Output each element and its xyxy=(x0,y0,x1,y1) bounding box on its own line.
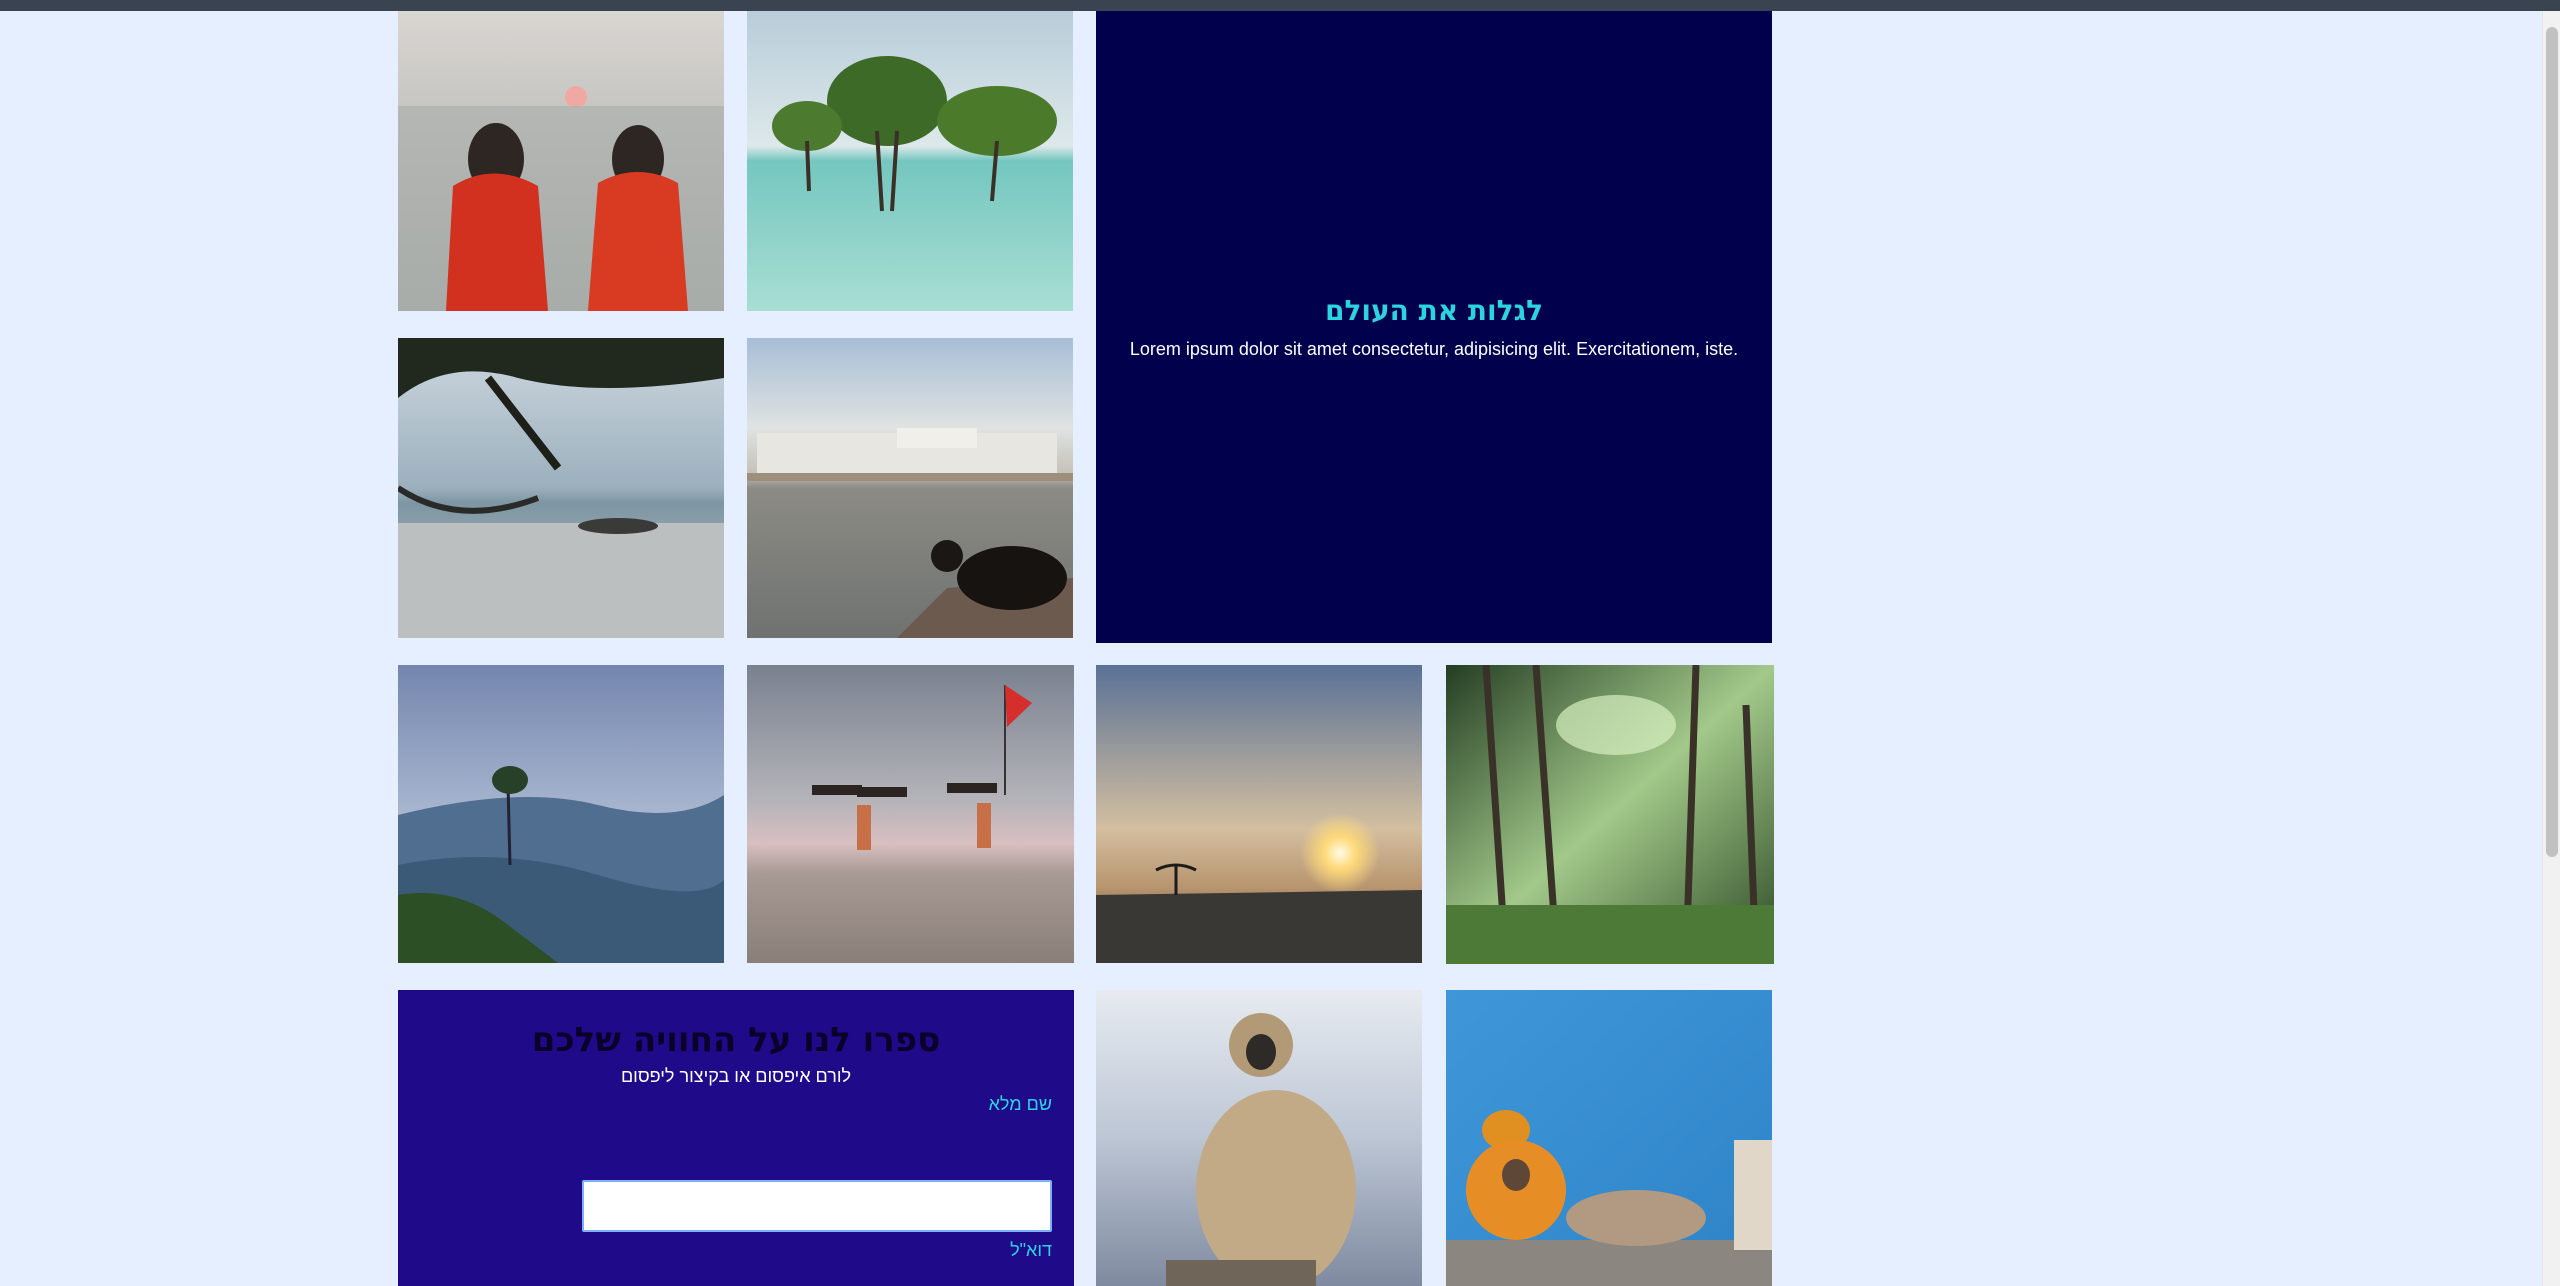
mangrove-trees-photo xyxy=(747,11,1073,311)
feedback-form: ספרו לנו על החוויה שלכם לורם איפסום או ב… xyxy=(398,990,1074,1286)
beach-hammock-photo xyxy=(398,338,724,638)
full-name-input[interactable] xyxy=(582,1180,1052,1232)
scroll-thumb[interactable] xyxy=(2546,27,2558,857)
hero-text: Lorem ipsum dolor sit amet consectetur, … xyxy=(1129,339,1739,359)
monkey-photo xyxy=(1096,990,1422,1286)
email-label: דוא"ל xyxy=(1010,1240,1052,1260)
hero-block: לגלות את העולם Lorem ipsum dolor sit ame… xyxy=(1096,11,1772,643)
misty-mountains-photo xyxy=(398,665,724,963)
sunset-shore-photo xyxy=(1096,665,1422,963)
palm-forest-photo xyxy=(1446,665,1774,964)
feedback-subtitle: לורם איפסום או בקיצור ליפסום xyxy=(620,1066,852,1086)
cow-lake-town-photo xyxy=(747,338,1073,638)
sadhu-blue-wall-photo xyxy=(1446,990,1772,1286)
page-scrollbar[interactable] xyxy=(2542,11,2560,1286)
hero-title: לגלות את העולם xyxy=(1324,294,1544,327)
gallery-grid: לגלות את העולם Lorem ipsum dolor sit ame… xyxy=(398,0,1774,1286)
full-name-label: שם מלא xyxy=(988,1094,1052,1114)
women-sunset-photo xyxy=(398,11,724,311)
beach-carriers-flag-photo xyxy=(747,665,1074,963)
feedback-title: ספרו לנו על החוויה שלכם xyxy=(531,1020,941,1060)
